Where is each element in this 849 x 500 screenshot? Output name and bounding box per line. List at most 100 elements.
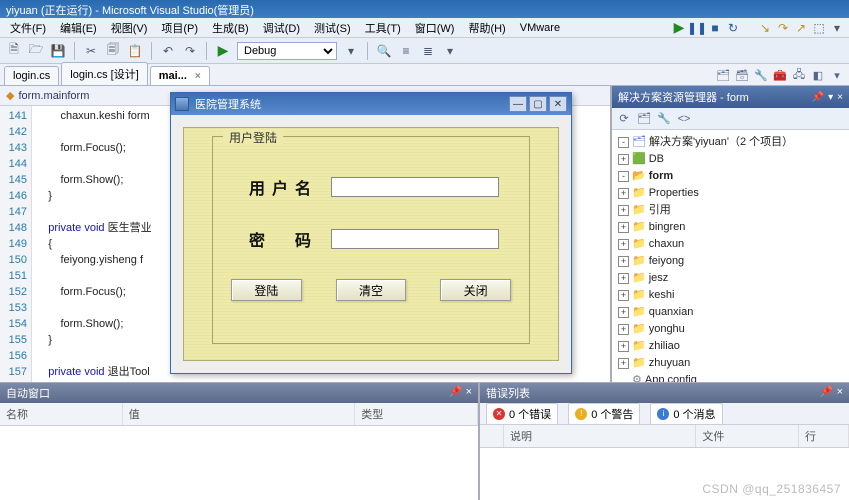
pause-icon[interactable]: ❚❚ bbox=[689, 20, 705, 36]
class-view-icon[interactable]: 🗃 bbox=[734, 67, 750, 83]
server-explorer-icon[interactable]: 🖧 bbox=[791, 67, 807, 83]
close-window-icon[interactable]: ✕ bbox=[549, 96, 567, 112]
platform-icon[interactable]: ▾ bbox=[343, 43, 359, 59]
app-icon bbox=[175, 97, 189, 111]
tree-item[interactable]: +📁jesz bbox=[614, 270, 847, 287]
continue-icon[interactable]: ▶ bbox=[671, 20, 687, 36]
hex-icon[interactable]: ⬚ bbox=[811, 20, 827, 36]
step-over-icon[interactable]: ↷ bbox=[775, 20, 791, 36]
object-browser-icon[interactable]: ◧ bbox=[810, 67, 826, 83]
login-dialog-titlebar[interactable]: 医院管理系统 — ▢ ✕ bbox=[171, 93, 571, 115]
start-icon[interactable]: ▶ bbox=[215, 43, 231, 59]
close-button[interactable]: 关闭 bbox=[440, 279, 511, 301]
properties-icon[interactable]: 🔧 bbox=[753, 67, 769, 83]
toolbar: 🗎 🗁 💾 ✂ 🗐 📋 ↶ ↷ ▶ Debug ▾ 🔍 ≡ ≣ ▾ bbox=[0, 38, 849, 64]
solution-root[interactable]: -🗂解决方案'yiyuan'（2 个项目） bbox=[614, 134, 847, 151]
view-code-icon[interactable]: <> bbox=[676, 111, 692, 127]
reset-button[interactable]: 清空 bbox=[336, 279, 407, 301]
menu-project[interactable]: 项目(P) bbox=[155, 18, 204, 38]
menu-window[interactable]: 窗口(W) bbox=[409, 18, 461, 38]
tree-item[interactable]: +📁yonghu bbox=[614, 321, 847, 338]
line-gutter: 1411421431441451461471481491501511521531… bbox=[0, 106, 32, 426]
solution-explorer-icon[interactable]: 🗂 bbox=[715, 67, 731, 83]
find-icon[interactable]: 🔍 bbox=[376, 43, 392, 59]
menu-help[interactable]: 帮助(H) bbox=[462, 18, 511, 38]
tree-item[interactable]: +📁keshi bbox=[614, 287, 847, 304]
refresh-icon[interactable]: ⟳ bbox=[616, 111, 632, 127]
login-group-title: 用户登陆 bbox=[223, 129, 283, 146]
properties-pane-icon[interactable]: 🔧 bbox=[656, 111, 672, 127]
close-tab-icon[interactable]: × bbox=[195, 71, 201, 82]
separator bbox=[367, 42, 368, 60]
autos-panel-title: 自动窗口 📌 × bbox=[0, 383, 478, 403]
save-icon[interactable]: 💾 bbox=[50, 43, 66, 59]
tree-item[interactable]: +📁feiyong bbox=[614, 253, 847, 270]
step-into-icon[interactable]: ↘ bbox=[757, 20, 773, 36]
pin-icon[interactable]: 📌 bbox=[449, 386, 463, 398]
cut-icon[interactable]: ✂ bbox=[83, 43, 99, 59]
tree-item[interactable]: +📁chaxun bbox=[614, 236, 847, 253]
menu-debug[interactable]: 调试(D) bbox=[257, 18, 306, 38]
uncomment-icon[interactable]: ≣ bbox=[420, 43, 436, 59]
error-filter-strip: ✕0 个错误 !0 个警告 i0 个消息 bbox=[480, 403, 849, 425]
paste-icon[interactable]: 📋 bbox=[127, 43, 143, 59]
tree-item[interactable]: +📁Properties bbox=[614, 185, 847, 202]
tree-item[interactable]: -📂form bbox=[614, 168, 847, 185]
autos-grid[interactable] bbox=[0, 426, 478, 500]
pin-icon[interactable]: 📌 bbox=[812, 92, 824, 103]
username-input[interactable] bbox=[331, 177, 499, 197]
config-select[interactable]: Debug bbox=[237, 42, 337, 60]
login-button[interactable]: 登陆 bbox=[231, 279, 302, 301]
show-all-icon[interactable]: 🗂 bbox=[636, 111, 652, 127]
menu-vmware[interactable]: VMware bbox=[514, 20, 566, 36]
solution-explorer-title: 解决方案资源管理器 - form 📌▾× bbox=[612, 86, 849, 108]
document-tabs: login.cs login.cs [设计] mai...× 🗂 🗃 🔧 🧰 🖧… bbox=[0, 64, 849, 86]
tree-item[interactable]: +📁zhuyuan bbox=[614, 355, 847, 372]
menu-build[interactable]: 生成(B) bbox=[206, 18, 255, 38]
redo-icon[interactable]: ↷ bbox=[182, 43, 198, 59]
username-label: 用户名 bbox=[249, 175, 313, 199]
errors-filter-button[interactable]: ✕0 个错误 bbox=[486, 403, 558, 425]
toolbar-overflow-icon[interactable]: ▾ bbox=[829, 20, 845, 36]
more-icon[interactable]: ▾ bbox=[442, 43, 458, 59]
toolbox-icon[interactable]: 🧰 bbox=[772, 67, 788, 83]
menu-test[interactable]: 测试(S) bbox=[308, 18, 357, 38]
maximize-icon[interactable]: ▢ bbox=[529, 96, 547, 112]
password-input[interactable] bbox=[331, 229, 499, 249]
error-list-title: 错误列表 📌 × bbox=[480, 383, 849, 403]
separator bbox=[206, 42, 207, 60]
tree-item[interactable]: +📁quanxian bbox=[614, 304, 847, 321]
open-icon[interactable]: 🗁 bbox=[28, 43, 44, 59]
close-icon[interactable]: × bbox=[837, 386, 843, 398]
menu-file[interactable]: 文件(F) bbox=[4, 18, 52, 38]
warnings-filter-button[interactable]: !0 个警告 bbox=[568, 403, 640, 425]
breadcrumb-text: form.mainform bbox=[18, 90, 89, 102]
undo-icon[interactable]: ↶ bbox=[160, 43, 176, 59]
step-out-icon[interactable]: ↗ bbox=[793, 20, 809, 36]
minimize-icon[interactable]: — bbox=[509, 96, 527, 112]
tab-mainform[interactable]: mai...× bbox=[150, 66, 210, 85]
menu-view[interactable]: 视图(V) bbox=[105, 18, 154, 38]
menu-edit[interactable]: 编辑(E) bbox=[54, 18, 103, 38]
pin-icon[interactable]: 📌 bbox=[820, 386, 834, 398]
tree-item[interactable]: +📁bingren bbox=[614, 219, 847, 236]
new-project-icon[interactable]: 🗎 bbox=[6, 43, 22, 59]
tab-login-design[interactable]: login.cs [设计] bbox=[61, 62, 147, 85]
copy-icon[interactable]: 🗐 bbox=[105, 43, 121, 59]
menu-tools[interactable]: 工具(T) bbox=[359, 18, 407, 38]
comment-icon[interactable]: ≡ bbox=[398, 43, 414, 59]
watermark: CSDN @qq_251836457 bbox=[702, 482, 841, 496]
tree-item[interactable]: +🟩DB bbox=[614, 151, 847, 168]
dropdown-icon[interactable]: ▾ bbox=[828, 92, 833, 103]
tab-login-cs[interactable]: login.cs bbox=[4, 66, 59, 85]
separator bbox=[151, 42, 152, 60]
more-views-icon[interactable]: ▾ bbox=[829, 67, 845, 83]
close-icon[interactable]: × bbox=[466, 386, 472, 398]
restart-icon[interactable]: ↻ bbox=[725, 20, 741, 36]
messages-filter-button[interactable]: i0 个消息 bbox=[650, 403, 722, 425]
stop-icon[interactable]: ■ bbox=[707, 20, 723, 36]
tree-item[interactable]: +📁引用 bbox=[614, 202, 847, 219]
tree-item[interactable]: +📁zhiliao bbox=[614, 338, 847, 355]
separator bbox=[743, 26, 755, 30]
close-icon[interactable]: × bbox=[837, 92, 843, 103]
